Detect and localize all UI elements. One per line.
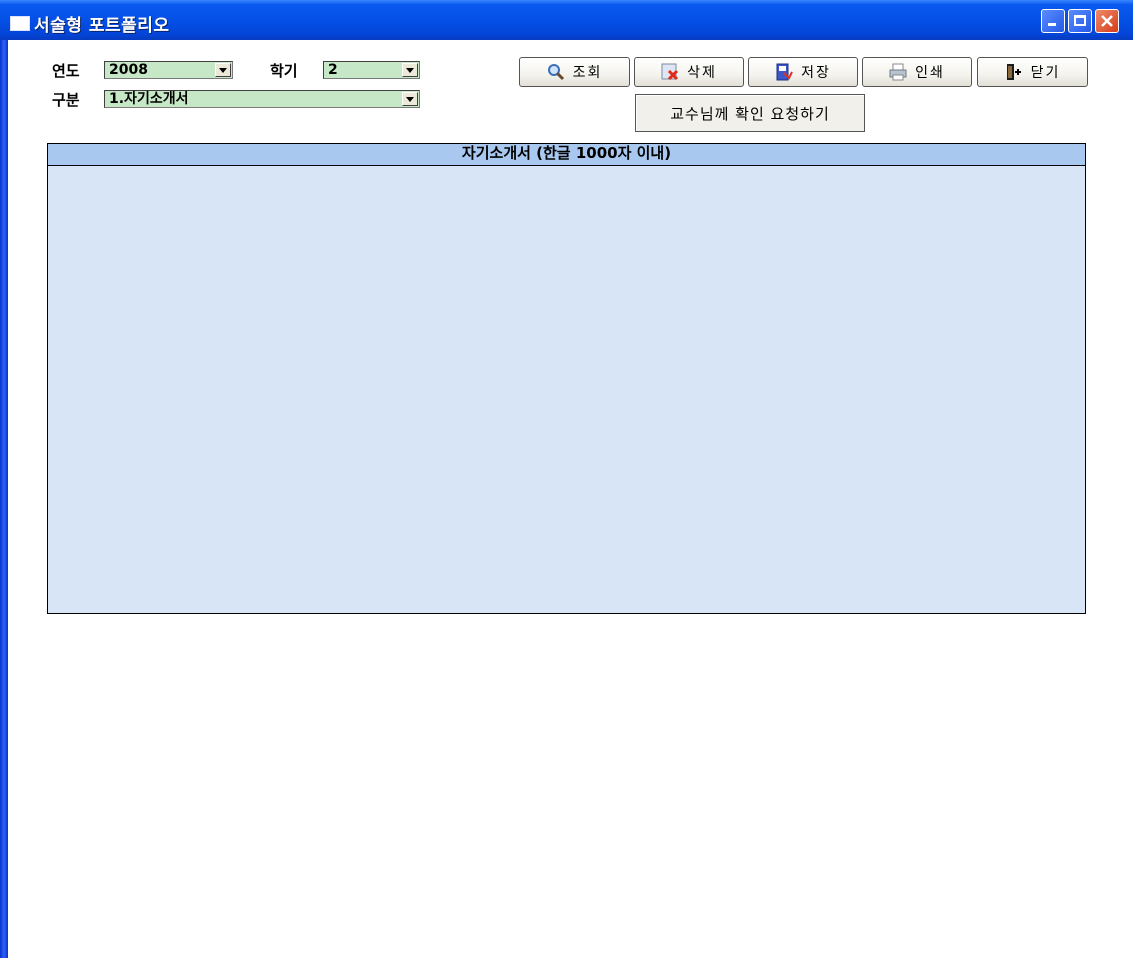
save-button[interactable]: 저장: [748, 57, 858, 87]
self-introduction-textarea[interactable]: [48, 166, 1085, 613]
close-icon: [1101, 15, 1113, 27]
delete-button[interactable]: 삭제: [634, 57, 744, 87]
year-value: 2008: [109, 62, 148, 78]
window-icon[interactable]: [10, 16, 30, 31]
chevron-down-icon[interactable]: [215, 63, 231, 77]
year-label: 연도: [52, 62, 80, 80]
title-bar[interactable]: 서술형 포트폴리오: [0, 0, 1133, 40]
category-select[interactable]: 1.자기소개서: [104, 90, 420, 108]
minimize-icon: [1048, 23, 1056, 26]
exit-door-icon: [1005, 63, 1023, 81]
self-introduction-panel: 자기소개서 (한글 1000자 이내): [47, 143, 1086, 614]
printer-icon: [889, 63, 907, 81]
semester-select[interactable]: 2: [323, 61, 420, 79]
window-title: 서술형 포트폴리오: [34, 16, 170, 36]
category-label: 구분: [52, 91, 80, 109]
print-button[interactable]: 인쇄: [862, 57, 972, 87]
request-confirm-label: 교수님께 확인 요청하기: [670, 104, 830, 123]
maximize-button[interactable]: [1068, 9, 1092, 33]
chevron-down-icon[interactable]: [402, 92, 418, 106]
close-button-label: 닫기: [1030, 65, 1061, 81]
year-select[interactable]: 2008: [104, 61, 233, 79]
semester-label: 학기: [270, 62, 298, 80]
window-border: [0, 40, 8, 958]
delete-button-label: 삭제: [687, 65, 717, 81]
maximize-icon: [1074, 15, 1086, 26]
delete-icon: [661, 63, 679, 81]
close-window-button[interactable]: [1095, 9, 1119, 33]
request-confirm-button[interactable]: 교수님께 확인 요청하기: [635, 94, 865, 132]
search-button[interactable]: 조회: [519, 57, 630, 87]
close-button[interactable]: 닫기: [977, 57, 1088, 87]
minimize-button[interactable]: [1041, 9, 1065, 33]
category-value: 1.자기소개서: [109, 91, 189, 107]
panel-header: 자기소개서 (한글 1000자 이내): [48, 144, 1085, 166]
search-icon: [547, 63, 565, 81]
save-icon: [775, 63, 794, 81]
semester-value: 2: [328, 62, 338, 78]
chevron-down-icon[interactable]: [402, 63, 418, 77]
print-button-label: 인쇄: [915, 65, 945, 81]
save-button-label: 저장: [801, 65, 831, 81]
search-button-label: 조회: [572, 65, 603, 81]
